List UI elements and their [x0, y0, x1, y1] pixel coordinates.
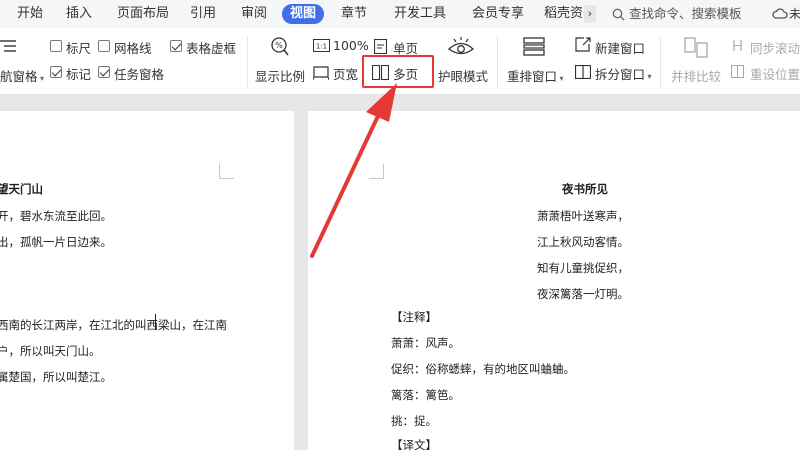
menu-review[interactable]: 审阅	[241, 0, 267, 28]
poem-line: 开，碧水东流至此回。	[0, 209, 112, 223]
poem-line: 江上秋风动客情。	[537, 235, 629, 249]
menu-start[interactable]: 开始	[17, 0, 43, 28]
margin-corner-mark	[369, 164, 384, 179]
zoom-icon[interactable]: %	[270, 36, 290, 58]
notes-header: 【注释】	[391, 310, 437, 324]
split-window-icon[interactable]	[575, 65, 591, 79]
menu-references[interactable]: 引用	[190, 0, 216, 28]
menu-page-layout[interactable]: 页面布局	[117, 0, 169, 28]
eye-icon[interactable]	[448, 36, 474, 58]
reset-position-label[interactable]: 重设位置	[750, 64, 800, 83]
table-gridlines-checkbox[interactable]	[170, 40, 182, 52]
new-window-icon[interactable]	[575, 37, 591, 52]
note-line: 户，所以叫天门山。	[0, 344, 101, 358]
gridlines-label: 网格线	[114, 41, 152, 56]
reset-position-icon[interactable]	[731, 65, 744, 78]
cloud-icon[interactable]	[772, 7, 788, 21]
divider	[660, 36, 661, 88]
task-pane-checkbox[interactable]	[98, 66, 110, 78]
margin-corner-mark	[219, 164, 234, 179]
document-area: 望天门山 开，碧水东流至此回。 出，孤帆一片日边来。 西南的长江两岸，在江北的叫…	[0, 95, 800, 452]
note-line: 促织：俗称蟋蟀，有的地区叫蛐蛐。	[391, 362, 575, 376]
marks-label: 标记	[66, 67, 92, 82]
svg-text:%: %	[275, 41, 283, 50]
menu-more-chevron-icon[interactable]: ›	[584, 5, 596, 23]
ruler-checkbox[interactable]	[50, 40, 62, 52]
task-pane-label: 任务窗格	[114, 67, 165, 82]
eye-mode-label[interactable]: 护眼模式	[438, 66, 488, 85]
menu-view[interactable]: 视图	[282, 4, 325, 24]
menu-developer[interactable]: 开发工具	[394, 0, 446, 28]
side-by-side-label[interactable]: 并排比较	[671, 66, 721, 85]
zoom-100-icon[interactable]: 1:1	[313, 39, 330, 52]
navigation-pane-label[interactable]: 航窗格 ▾	[0, 66, 44, 85]
table-gridlines-label: 表格虚框	[186, 41, 237, 56]
poem-title: 望天门山	[0, 182, 43, 196]
note-line: 西南的长江两岸，在江北的叫西梁山，在江南	[0, 318, 227, 332]
side-by-side-icon[interactable]	[684, 37, 708, 59]
zoom-label[interactable]: 显示比例	[255, 66, 305, 85]
rearrange-windows-label[interactable]: 重排窗口 ▾	[507, 66, 564, 85]
view-ribbon: 航窗格 ▾ 标尺 网格线 表格虚框 标记 任务窗格 % 显示比例 1:1 100…	[0, 28, 800, 95]
svg-text:1:1: 1:1	[316, 43, 327, 51]
rearrange-windows-icon[interactable]	[523, 37, 545, 57]
search-placeholder: 查找命令、搜索模板	[629, 6, 742, 21]
search-icon	[612, 8, 625, 21]
split-window-label[interactable]: 拆分窗口 ▾	[595, 64, 652, 83]
translation-header: 【译文】	[391, 438, 437, 452]
divider	[497, 36, 498, 88]
page-width-icon[interactable]	[313, 65, 329, 81]
note-line: 萧萧：风声。	[391, 336, 460, 350]
zoom-100-label[interactable]: 100%	[333, 38, 369, 53]
note-line: 属楚国，所以叫楚江。	[0, 370, 112, 384]
poem-line: 夜深篱落一灯明。	[537, 287, 629, 301]
text-cursor	[155, 314, 156, 330]
note-line: 挑：捉。	[391, 414, 437, 428]
menu-bar: 开始 插入 页面布局 引用 审阅 视图 章节 开发工具 会员专享 稻壳资 › 查…	[0, 0, 800, 28]
poem-title: 夜书所见	[562, 182, 608, 196]
sync-scroll-icon[interactable]	[731, 39, 744, 52]
new-window-label[interactable]: 新建窗口	[595, 38, 645, 57]
right-page[interactable]: 夜书所见 萧萧梧叶送寒声， 江上秋风动客情。 知有儿童挑促织， 夜深篱落一灯明。…	[308, 111, 800, 452]
menu-sections[interactable]: 章节	[341, 0, 367, 28]
account-label[interactable]: 未	[789, 0, 800, 28]
single-page-highlight	[362, 55, 434, 88]
poem-line: 知有儿童挑促织，	[537, 261, 629, 275]
menu-member[interactable]: 会员专享	[472, 0, 524, 28]
ruler-label: 标尺	[66, 41, 92, 56]
page-width-label[interactable]: 页宽	[333, 64, 358, 83]
navigation-pane-icon[interactable]	[0, 38, 18, 56]
note-line: 篱落：篱笆。	[391, 388, 460, 402]
marks-checkbox[interactable]	[50, 66, 62, 78]
menu-docer[interactable]: 稻壳资	[544, 0, 583, 28]
left-page[interactable]: 望天门山 开，碧水东流至此回。 出，孤帆一片日边来。 西南的长江两岸，在江北的叫…	[0, 111, 294, 450]
menu-insert[interactable]: 插入	[66, 0, 92, 28]
poem-line: 萧萧梧叶送寒声，	[537, 209, 629, 223]
single-page-icon[interactable]	[374, 39, 387, 54]
page-gap	[294, 111, 308, 450]
poem-line: 出，孤帆一片日边来。	[0, 235, 112, 249]
sync-scroll-label[interactable]: 同步滚动	[750, 38, 800, 57]
gridlines-checkbox[interactable]	[98, 40, 110, 52]
divider	[247, 36, 248, 88]
